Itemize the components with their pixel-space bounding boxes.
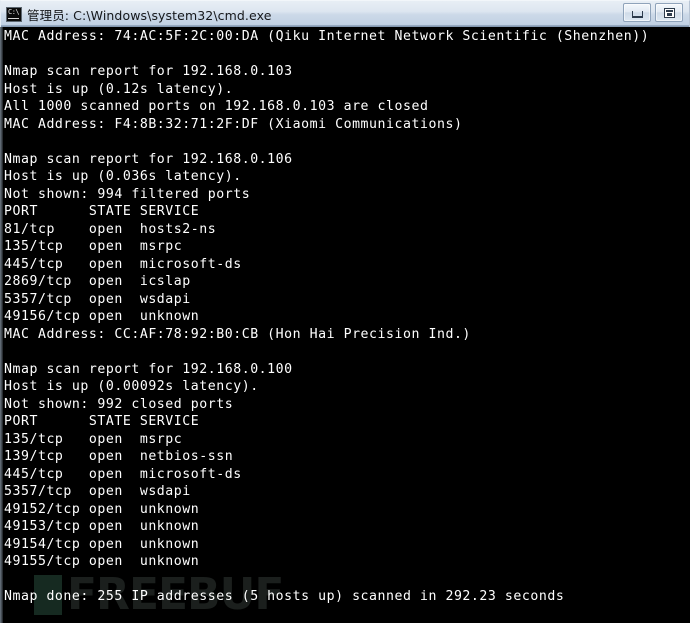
console-line: 81/tcp open hosts2-ns	[4, 221, 217, 237]
console-line: 135/tcp open msrpc	[4, 239, 183, 254]
console-line: 135/tcp open msrpc	[4, 431, 183, 447]
console-line: 49153/tcp open unknown	[4, 519, 200, 534]
console-line: Host is up (0.12s latency).	[4, 81, 234, 97]
console-line: MAC Address: F4:8B:32:71:2F:DF (Xiaomi C…	[4, 116, 463, 132]
console-line: 2869/tcp open icslap	[4, 274, 191, 289]
cmd-icon-glyph: C:\	[8, 7, 20, 16]
window-controls	[623, 3, 683, 22]
console-line: PORT STATE SERVICE	[4, 204, 200, 219]
console-line: Host is up (0.00092s latency).	[4, 379, 259, 394]
console-line: Nmap scan report for 192.168.0.106	[4, 151, 293, 167]
console-line: 49155/tcp open unknown	[4, 554, 200, 569]
window-title-bar[interactable]: C:\ 管理员: C:\Windows\system32\cmd.exe	[0, 0, 690, 27]
restore-icon	[663, 7, 675, 18]
console-line: 5357/tcp open wsdapi	[4, 484, 191, 499]
console-line: Not shown: 992 closed ports	[4, 396, 234, 412]
console-line: 49154/tcp open unknown	[4, 536, 200, 552]
console-line: 139/tcp open netbios-ssn	[4, 449, 234, 464]
console-line: 5357/tcp open wsdapi	[4, 291, 191, 307]
minimize-button[interactable]	[623, 3, 651, 22]
cmd-icon-underline	[8, 17, 19, 19]
console-line: Nmap scan report for 192.168.0.103	[4, 64, 293, 79]
console-line: 49152/tcp open unknown	[4, 501, 200, 517]
console-line: Nmap scan report for 192.168.0.100	[4, 361, 293, 377]
console-line: 445/tcp open microsoft-ds	[4, 256, 242, 272]
console-line: Host is up (0.036s latency).	[4, 169, 242, 184]
window-title-text: 管理员: C:\Windows\system32\cmd.exe	[27, 7, 272, 23]
minimize-icon	[631, 10, 643, 18]
console-line: All 1000 scanned ports on 192.168.0.103 …	[4, 99, 429, 114]
console-line: PORT STATE SERVICE	[4, 414, 200, 429]
console-line: 49156/tcp open unknown	[4, 309, 200, 324]
console-line: Nmap done: 255 IP addresses (5 hosts up)…	[4, 589, 565, 604]
restore-button[interactable]	[655, 3, 683, 22]
console-line: 445/tcp open microsoft-ds	[4, 466, 242, 482]
cmd-window: C:\ 管理员: C:\Windows\system32\cmd.exe FRE…	[0, 0, 690, 623]
console-line: MAC Address: CC:AF:78:92:B0:CB (Hon Hai …	[4, 326, 471, 342]
console-output-area[interactable]: FREEBUF MAC Address: 74:AC:5F:2C:00:DA (…	[0, 27, 690, 623]
cmd-console-icon[interactable]: C:\	[6, 6, 22, 22]
console-text: MAC Address: 74:AC:5F:2C:00:DA (Qiku Int…	[4, 28, 690, 623]
console-line: Not shown: 994 filtered ports	[4, 186, 251, 202]
console-line: MAC Address: 74:AC:5F:2C:00:DA (Qiku Int…	[4, 29, 650, 44]
